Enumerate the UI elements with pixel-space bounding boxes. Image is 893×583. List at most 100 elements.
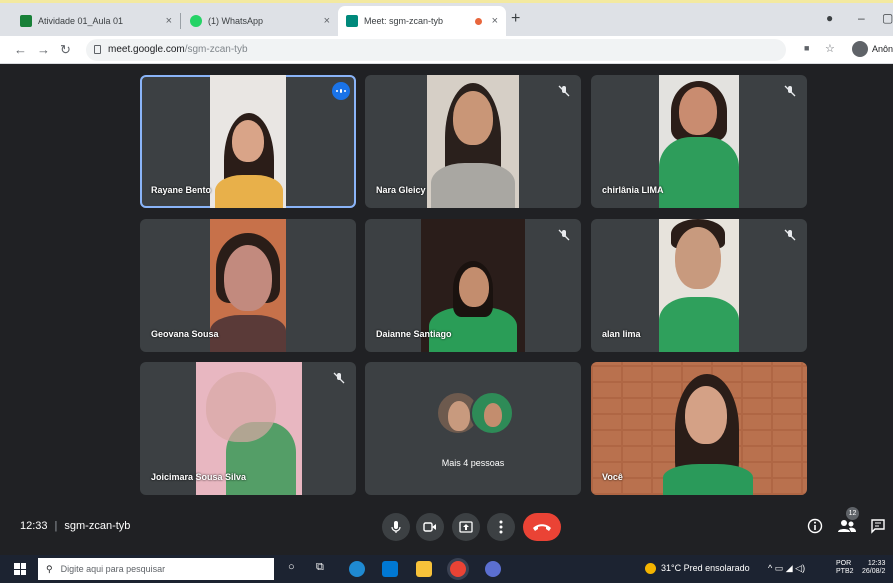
recording-indicator-icon	[475, 17, 482, 25]
participant-name: Você	[602, 472, 623, 482]
windows-start-icon[interactable]	[14, 563, 26, 575]
participant-tile[interactable]: Joicimara Sousa Silva	[140, 362, 356, 495]
avatar	[470, 391, 514, 435]
edge-icon[interactable]	[349, 561, 365, 577]
search-placeholder: Digite aqui para pesquisar	[60, 564, 166, 574]
maximize-icon[interactable]: ▢	[882, 11, 893, 25]
meeting-info-button[interactable]	[804, 515, 826, 537]
incognito-icon	[852, 41, 868, 57]
reload-icon[interactable]: ↻	[60, 42, 71, 58]
face	[679, 87, 717, 135]
tab-title: (1) WhatsApp	[208, 16, 264, 26]
chat-button[interactable]	[867, 515, 889, 537]
tab-whatsapp[interactable]: (1) WhatsApp ×	[182, 6, 338, 36]
participant-tile[interactable]: alan lima	[591, 219, 807, 352]
participant-video	[659, 219, 739, 352]
hang-up-icon	[533, 524, 551, 531]
forward-icon[interactable]: →	[37, 42, 50, 57]
new-tab-button[interactable]: +	[511, 10, 520, 28]
close-tab-icon[interactable]: ×	[324, 15, 330, 27]
more-participants-label: Mais 4 pessoas	[441, 458, 505, 468]
cortana-icon[interactable]: ○	[288, 561, 295, 573]
chrome-icon[interactable]	[450, 561, 466, 577]
microphone-icon	[391, 521, 401, 533]
participant-name: Rayane Bento	[151, 185, 212, 195]
face	[224, 245, 272, 311]
tray-icons[interactable]: ^ ▭ ◢ ◁)	[768, 563, 805, 574]
sheets-icon	[20, 15, 32, 27]
mic-off-icon	[784, 85, 796, 97]
camera-in-use-icon[interactable]: ■	[804, 43, 809, 53]
shirt	[659, 137, 739, 208]
browser-tab-strip: Atividade 01_Aula 01 × (1) WhatsApp × Me…	[0, 0, 893, 36]
tab-search-icon[interactable]: ●	[826, 11, 833, 25]
task-view-icon[interactable]: ⧉	[316, 561, 324, 574]
more-participants-tile[interactable]: Mais 4 pessoas	[365, 362, 581, 495]
camera-icon	[423, 522, 436, 532]
mic-off-icon	[333, 372, 345, 384]
participant-tile[interactable]: Geovana Sousa	[140, 219, 356, 352]
tab-meet[interactable]: Meet: sgm-zcan-tyb ×	[338, 6, 506, 36]
shirt	[210, 315, 286, 352]
store-icon[interactable]	[382, 561, 398, 577]
language-indicator[interactable]: POR PTB2	[836, 560, 854, 576]
end-call-button[interactable]	[523, 513, 561, 541]
participant-video	[591, 362, 807, 495]
mic-off-icon	[558, 85, 570, 97]
tab-atividade[interactable]: Atividade 01_Aula 01 ×	[12, 6, 180, 36]
taskbar-search-input[interactable]: ⚲ Digite aqui para pesquisar	[38, 558, 274, 580]
bookmark-star-icon[interactable]: ☆	[825, 42, 835, 55]
browser-toolbar: ← → ↻ meet.google.com/sgm-zcan-tyb ■ ☆ A…	[0, 36, 893, 64]
face	[459, 267, 489, 307]
face	[453, 91, 493, 145]
participant-name: Joicimara Sousa Silva	[151, 472, 247, 482]
address-bar[interactable]: meet.google.com/sgm-zcan-tyb ■ ☆	[86, 39, 835, 61]
face	[206, 372, 276, 442]
file-explorer-icon[interactable]	[416, 561, 432, 577]
meeting-details: 12:33 | sgm-zcan-tyb	[20, 520, 131, 532]
face	[232, 120, 264, 162]
self-view-tile[interactable]: Você	[591, 362, 807, 495]
participant-video	[427, 75, 519, 208]
shirt	[431, 163, 515, 208]
windows-taskbar: ⚲ Digite aqui para pesquisar ○ ⧉ 31°C Pr…	[0, 555, 893, 583]
participant-name: Nara Gleicy	[376, 185, 426, 195]
participant-video	[210, 75, 286, 208]
speaking-indicator-icon	[332, 82, 350, 100]
more-options-button[interactable]	[487, 513, 515, 541]
meeting-controls-bar: 12:33 | sgm-zcan-tyb 12	[0, 505, 893, 550]
participant-tile[interactable]: Daianne Santiago	[365, 219, 581, 352]
app-icon[interactable]	[485, 561, 501, 577]
weather-text[interactable]: 31°C Pred ensolarado	[661, 563, 750, 573]
chat-icon	[871, 519, 885, 534]
taskbar-clock[interactable]: 12:33 26/08/2	[862, 560, 885, 576]
profile-label: Anôn	[872, 44, 893, 54]
meeting-time: 12:33	[20, 520, 48, 532]
info-icon	[807, 518, 823, 534]
participant-name: Daianne Santiago	[376, 329, 452, 339]
close-tab-icon[interactable]: ×	[166, 15, 172, 27]
participants-button[interactable]: 12	[836, 507, 859, 537]
participant-name: alan lima	[602, 329, 641, 339]
url-text: meet.google.com/sgm-zcan-tyb	[108, 44, 248, 55]
back-icon[interactable]: ←	[14, 42, 27, 57]
participant-name: chirlânia LIMA	[602, 185, 664, 195]
camera-button[interactable]	[416, 513, 444, 541]
lock-icon	[94, 45, 101, 54]
close-tab-icon[interactable]: ×	[492, 15, 498, 27]
participant-tile[interactable]: Rayane Bento	[140, 75, 356, 208]
minimize-icon[interactable]: –	[858, 11, 865, 25]
present-screen-icon	[459, 521, 473, 533]
meet-icon	[346, 15, 358, 27]
microphone-button[interactable]	[382, 513, 410, 541]
shirt	[215, 175, 283, 208]
meeting-code: sgm-zcan-tyb	[64, 520, 131, 532]
mic-off-icon	[558, 229, 570, 241]
participant-tile[interactable]: chirlânia LIMA	[591, 75, 807, 208]
participant-tile[interactable]: Nara Gleicy	[365, 75, 581, 208]
participant-video	[659, 75, 739, 208]
present-screen-button[interactable]	[452, 513, 480, 541]
tab-divider	[180, 13, 181, 29]
profile-button[interactable]: Anôn	[852, 41, 893, 57]
weather-sun-icon	[645, 563, 656, 574]
